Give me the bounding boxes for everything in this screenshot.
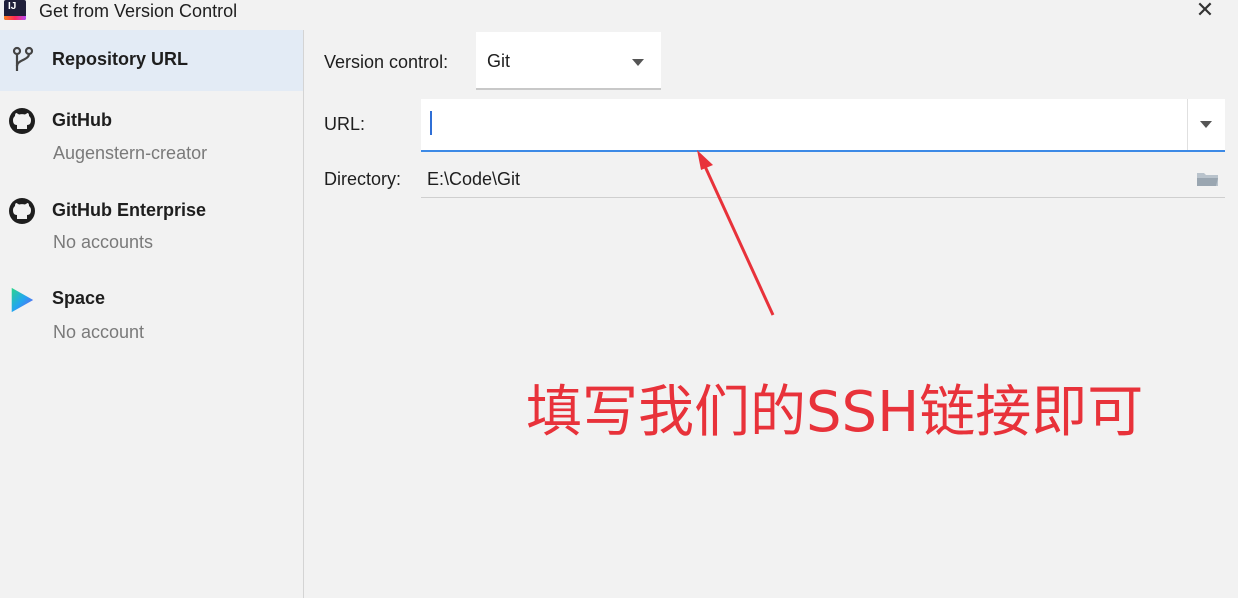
version-control-value: Git: [487, 51, 511, 71]
window-title: Get from Version Control: [39, 1, 238, 21]
sidebar-item-space[interactable]: Space No account: [0, 282, 303, 362]
sidebar-item-account: No account: [53, 322, 145, 342]
url-input[interactable]: [429, 107, 1179, 141]
sidebar-item-github-enterprise[interactable]: GitHub Enterprise No accounts: [0, 192, 303, 272]
space-icon: [11, 287, 34, 313]
directory-label: Directory:: [324, 169, 402, 189]
close-button[interactable]: ✕: [1192, 0, 1218, 22]
sidebar-item-repository-url[interactable]: Repository URL: [0, 30, 303, 91]
chevron-down-icon: [632, 59, 644, 66]
chevron-down-icon: [1200, 121, 1212, 128]
annotation-text: 填写我们的SSH链接即可: [526, 380, 1144, 445]
directory-field[interactable]: E:\Code\Git: [421, 161, 1225, 198]
sidebar-item-label: Space: [52, 288, 106, 308]
branch-icon: [12, 46, 34, 71]
sidebar-item-account: Augenstern-creator: [53, 143, 208, 163]
sidebar-item-github[interactable]: GitHub Augenstern-creator: [0, 102, 303, 182]
folder-icon[interactable]: [1196, 170, 1220, 188]
sidebar-item-label: GitHub Enterprise: [52, 200, 207, 220]
url-label: URL:: [324, 114, 366, 134]
sidebar-item-label: GitHub: [52, 110, 112, 130]
directory-value: E:\Code\Git: [427, 169, 521, 189]
sidebar-item-label: Repository URL: [52, 49, 189, 69]
intellij-app-icon: IJ: [4, 0, 26, 20]
github-icon: [9, 198, 35, 224]
title-bar: IJ Get from Version Control ✕: [0, 0, 1238, 30]
version-control-label: Version control:: [324, 52, 449, 72]
github-icon: [9, 108, 35, 134]
text-cursor: [430, 111, 432, 135]
sidebar-item-account: No accounts: [53, 232, 154, 252]
url-field-container: [421, 99, 1225, 152]
url-history-dropdown-button[interactable]: [1187, 99, 1226, 150]
sidebar: Repository URL GitHub Augenstern-creator…: [0, 30, 304, 598]
version-control-select[interactable]: Git: [476, 32, 661, 90]
